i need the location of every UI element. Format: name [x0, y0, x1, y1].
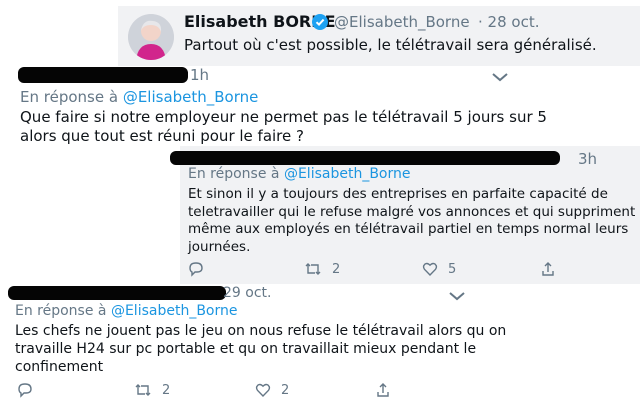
quoted-tweet-panel[interactable]: Elisabeth BORNE @Elisabeth_Borne · 28 oc…	[118, 6, 640, 66]
reply-3-time[interactable]: 29 oct.	[223, 285, 271, 301]
retweet-action[interactable]: 2	[304, 261, 340, 277]
retweet-count: 2	[162, 382, 171, 398]
reply-1-context: En réponse à @Elisabeth_Borne	[20, 88, 258, 106]
like-count: 2	[281, 382, 290, 398]
reply-2-time[interactable]: 3h	[578, 150, 597, 168]
reply-action[interactable]	[17, 382, 33, 398]
retweet-action[interactable]: 2	[134, 382, 170, 398]
avatar[interactable]	[128, 14, 174, 60]
reply-1[interactable]: 1h En réponse à @Elisabeth_Borne Que fai…	[0, 64, 640, 150]
retweet-icon	[135, 384, 151, 396]
reply-3[interactable]: 29 oct. En réponse à @Elisabeth_Borne Le…	[0, 284, 640, 406]
redaction	[170, 151, 560, 165]
like-action[interactable]: 2	[255, 382, 289, 398]
verified-badge-icon	[312, 14, 328, 30]
reply-1-text: Que faire si notre employeur ne permet p…	[20, 108, 547, 145]
retweet-icon	[305, 263, 321, 275]
chevron-down-icon[interactable]	[491, 72, 509, 82]
reply-1-time[interactable]: 1h	[190, 66, 209, 84]
reply-prefix: En réponse à	[15, 303, 107, 319]
redaction	[18, 67, 188, 83]
reply-mention-link[interactable]: @Elisabeth_Borne	[111, 303, 238, 319]
share-action[interactable]	[540, 261, 556, 277]
reply-action[interactable]	[188, 261, 204, 277]
reply-mention-link[interactable]: @Elisabeth_Borne	[284, 166, 411, 182]
reply-icon	[18, 383, 32, 398]
share-icon	[542, 262, 554, 276]
reply-prefix: En réponse à	[20, 88, 119, 106]
reply-2-panel[interactable]: 3h En réponse à @Elisabeth_Borne Et sino…	[170, 146, 640, 284]
redaction	[8, 286, 226, 300]
retweet-count: 2	[332, 261, 341, 277]
quoted-handle[interactable]: @Elisabeth_Borne	[334, 13, 470, 31]
like-icon	[422, 262, 438, 277]
reply-prefix: En réponse à	[188, 166, 280, 182]
like-count: 5	[448, 261, 457, 277]
reply-3-context: En réponse à @Elisabeth_Borne	[15, 303, 237, 319]
reply-3-text: Les chefs ne jouent pas le jeu on nous r…	[15, 323, 507, 375]
reply-2-text: Et sinon il y a toujours des entreprises…	[188, 186, 636, 255]
share-action[interactable]	[375, 382, 391, 398]
like-icon	[255, 383, 271, 398]
reply-mention-link[interactable]: @Elisabeth_Borne	[123, 88, 259, 106]
quoted-text: Partout où c'est possible, le télétravai…	[184, 36, 597, 54]
like-action[interactable]: 5	[422, 261, 456, 277]
share-icon	[377, 383, 389, 397]
reply-icon	[189, 262, 203, 277]
chevron-down-icon[interactable]	[448, 291, 466, 301]
quoted-date[interactable]: · 28 oct.	[478, 13, 539, 31]
reply-2-context: En réponse à @Elisabeth_Borne	[188, 166, 410, 182]
